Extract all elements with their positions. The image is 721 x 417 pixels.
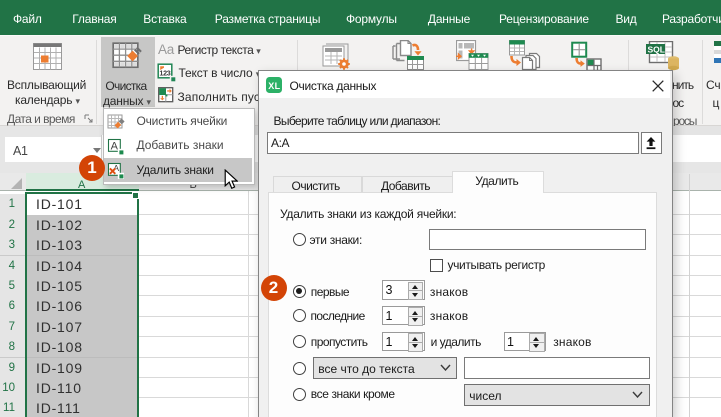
svg-text:123: 123: [159, 69, 170, 78]
svg-text:A: A: [111, 141, 119, 153]
svg-text:A: A: [113, 163, 119, 173]
svg-text:SQL: SQL: [648, 45, 665, 55]
